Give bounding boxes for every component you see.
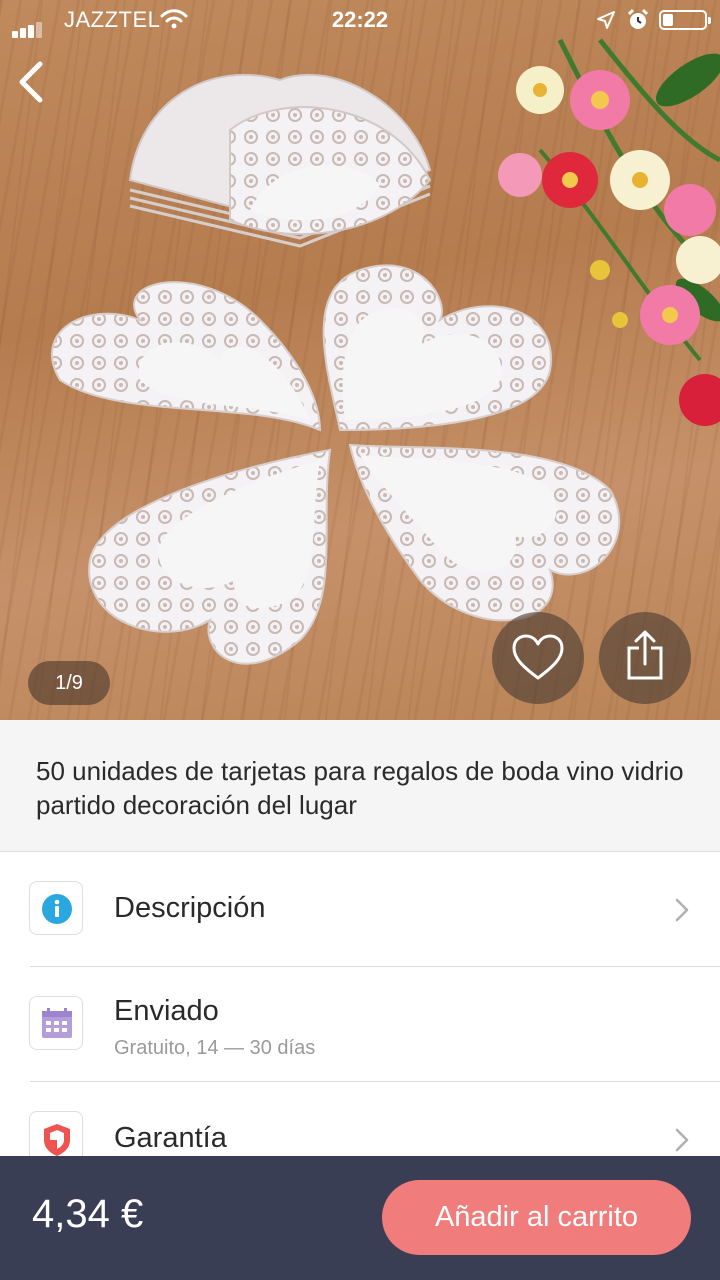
back-button[interactable] (12, 58, 52, 106)
shipping-icon-box (29, 996, 83, 1050)
heart-outline-icon (512, 634, 564, 680)
product-image[interactable]: JAZZTEL 22:22 1/9 (0, 0, 720, 720)
shipping-detail: Gratuito, 14 — 30 días (114, 1037, 316, 1059)
add-to-cart-button[interactable]: Añadir al carrito (382, 1180, 691, 1255)
calendar-icon (42, 1008, 72, 1038)
row-description[interactable]: Descripción (0, 852, 720, 967)
info-icon (42, 894, 72, 924)
shield-icon (44, 1124, 70, 1156)
location-arrow-icon (597, 11, 615, 29)
status-bar: JAZZTEL 22:22 (0, 0, 720, 40)
description-label: Descripción (114, 892, 266, 924)
shipping-label: Enviado (114, 995, 219, 1027)
alarm-icon (627, 8, 649, 29)
share-icon (627, 630, 663, 680)
row-warranty[interactable]: Garantía (0, 1082, 720, 1156)
image-counter: 1/9 (28, 661, 110, 705)
product-title-section: 50 unidades de tarjetas para regalos de … (0, 720, 720, 852)
chevron-right-icon (675, 898, 689, 922)
description-icon-box (29, 881, 83, 935)
battery-icon (659, 10, 711, 30)
warranty-icon-box (29, 1111, 83, 1156)
bottom-purchase-bar: 4,34 € Añadir al carrito (0, 1156, 720, 1280)
product-title: 50 unidades de tarjetas para regalos de … (36, 756, 684, 820)
warranty-label: Garantía (114, 1122, 227, 1154)
product-price: 4,34 € (32, 1192, 144, 1236)
favorite-button[interactable] (492, 612, 584, 704)
row-shipping[interactable]: Enviado Gratuito, 14 — 30 días (0, 967, 720, 1082)
share-button[interactable] (599, 612, 691, 704)
chevron-right-icon (675, 1128, 689, 1152)
